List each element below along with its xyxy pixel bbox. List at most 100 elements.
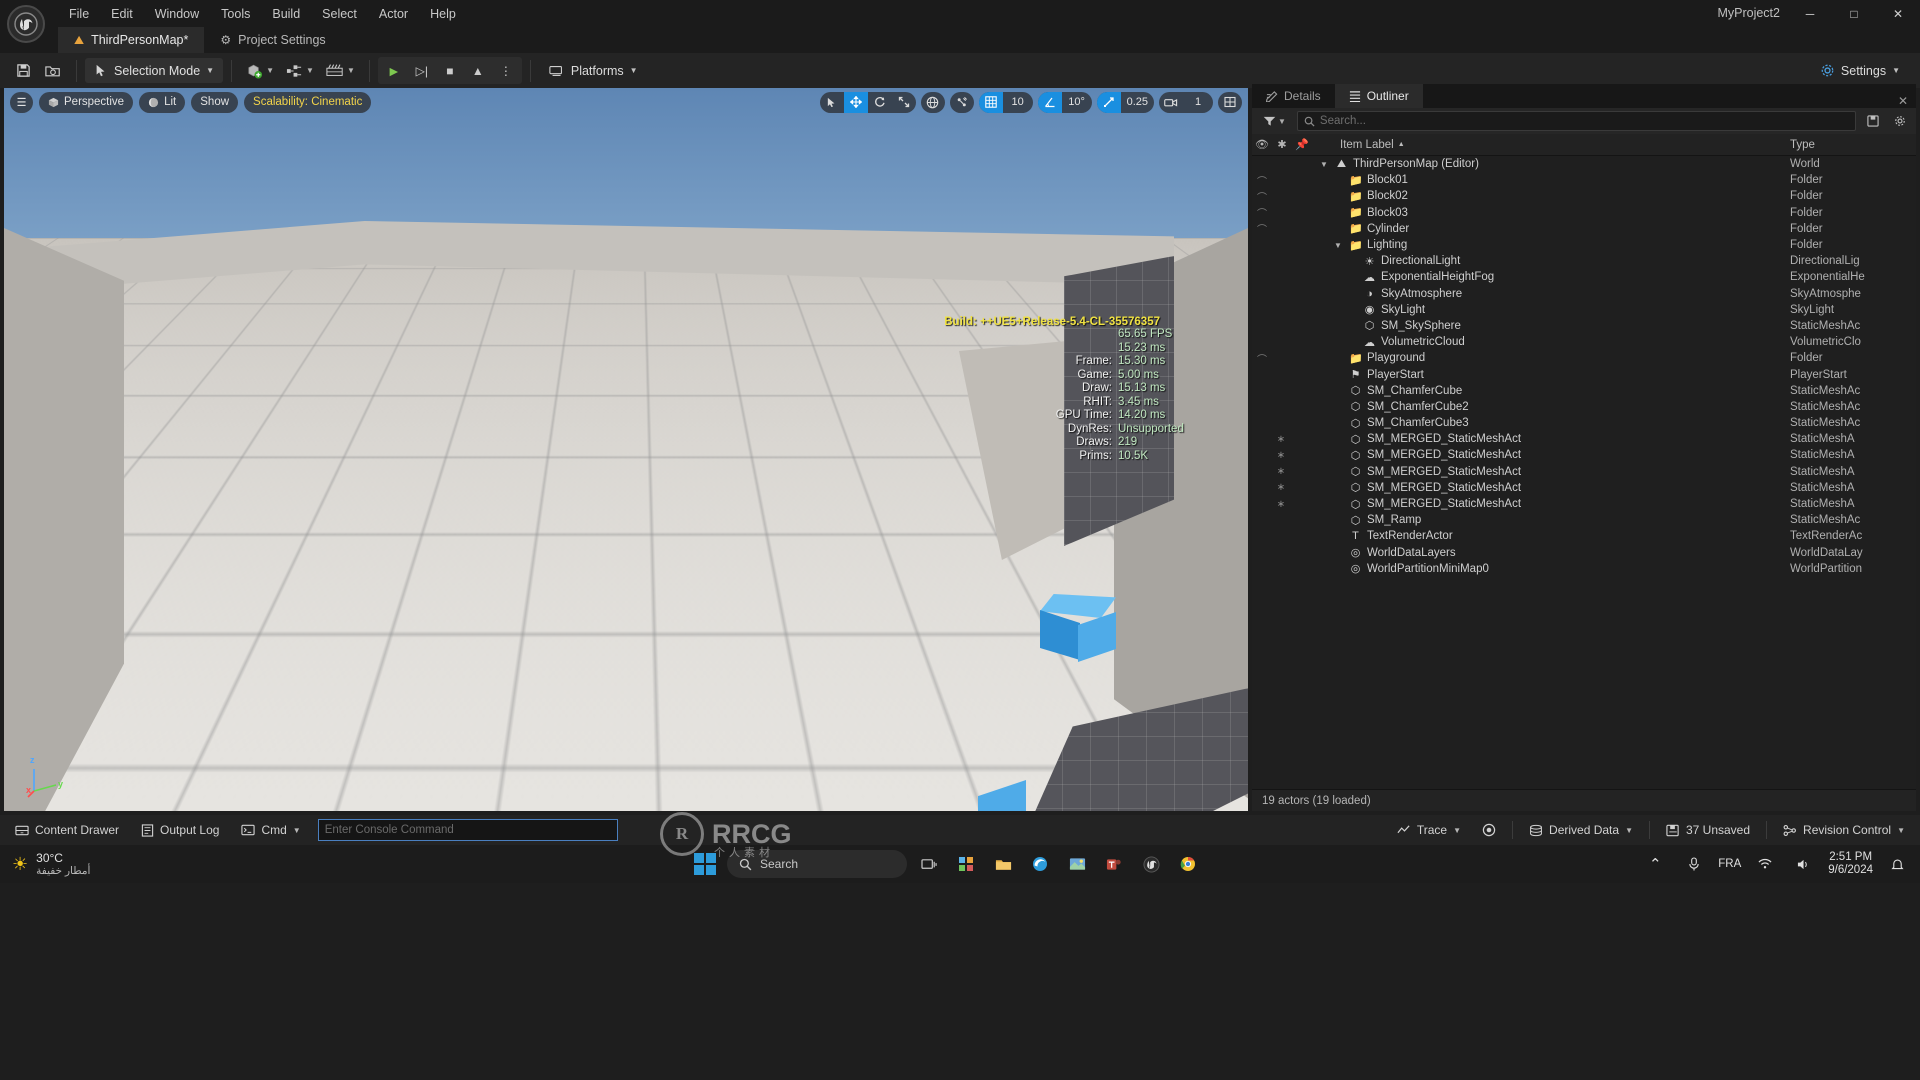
play-icon[interactable]: ► <box>380 58 408 83</box>
outliner-item-name[interactable]: ⬡ SM_ChamferCube <box>1306 384 1784 398</box>
chrome-icon[interactable] <box>1173 849 1203 879</box>
outliner-row[interactable]: ∗ ⬡ SM_MERGED_StaticMeshAct StaticMeshA <box>1252 464 1916 480</box>
outliner-item-name[interactable]: ⬡ SM_MERGED_StaticMeshAct <box>1306 465 1784 479</box>
console-command-field[interactable] <box>317 819 618 841</box>
outliner-row[interactable]: ▼ ⛰ ThirdPersonMap (Editor) World <box>1252 156 1916 172</box>
scalability-warning[interactable]: Scalability: Cinematic <box>244 91 372 113</box>
cinematics-button[interactable]: ▼ <box>320 57 361 84</box>
outliner-row[interactable]: ◉ SkyLight SkyLight <box>1252 302 1916 318</box>
chamfer-cube-2[interactable] <box>1040 594 1116 664</box>
outliner-settings-icon[interactable] <box>1889 111 1910 131</box>
outliner-row[interactable]: ⬡ SM_SkySphere StaticMeshAc <box>1252 318 1916 334</box>
pin-icon[interactable]: 📌 <box>1292 138 1312 151</box>
column-item-label[interactable]: Item Label ▲ <box>1312 139 1784 151</box>
outliner-item-name[interactable]: ⬡ SM_MERGED_StaticMeshAct <box>1306 433 1784 446</box>
viewport-menu-icon[interactable]: ☰ <box>10 91 33 113</box>
unreal-icon[interactable] <box>1136 849 1166 879</box>
outliner-item-name[interactable]: ◑ SkyAtmosphere <box>1306 288 1784 300</box>
expand-arrow-icon[interactable]: ▼ <box>1334 241 1344 250</box>
outliner-item-name[interactable]: ⚑ PlayerStart <box>1306 368 1784 382</box>
content-drawer-button[interactable]: Content Drawer <box>6 818 128 842</box>
camera-speed-value[interactable]: 1 <box>1183 92 1213 113</box>
menu-item-build[interactable]: Build <box>261 3 311 25</box>
cylinder-mesh[interactable] <box>441 348 514 404</box>
star-icon[interactable]: ∗ <box>1272 434 1290 445</box>
outliner-row[interactable]: ⌒ 📁 Block03 Folder <box>1252 205 1916 221</box>
tab-details[interactable]: Details <box>1252 84 1335 108</box>
outliner-row[interactable]: ⌒ 📁 Cylinder Folder <box>1252 221 1916 237</box>
outliner-row[interactable]: ◎ WorldDataLayers WorldDataLay <box>1252 545 1916 561</box>
outliner-item-name[interactable]: ◎ WorldPartitionMiniMap0 <box>1306 562 1784 576</box>
outliner-row[interactable]: ∗ ⬡ SM_MERGED_StaticMeshAct StaticMeshA <box>1252 496 1916 512</box>
unsaved-button[interactable]: 37 Unsaved <box>1657 818 1759 842</box>
viewport-camera-button[interactable]: Perspective <box>39 91 134 113</box>
close-panel-icon[interactable]: ✕ <box>1898 94 1908 108</box>
outliner-item-name[interactable]: 📁 Playground <box>1306 352 1784 365</box>
outliner-row[interactable]: ☁ ExponentialHeightFog ExponentialHe <box>1252 269 1916 285</box>
outliner-item-name[interactable]: T TextRenderActor <box>1306 530 1784 542</box>
menu-item-edit[interactable]: Edit <box>100 3 144 25</box>
select-tool-icon[interactable] <box>820 92 844 113</box>
outliner-row[interactable]: ▼ 📁 Lighting Folder <box>1252 237 1916 253</box>
outliner-row[interactable]: ⬡ SM_ChamferCube2 StaticMeshAc <box>1252 399 1916 415</box>
menu-item-select[interactable]: Select <box>311 3 368 25</box>
star-icon[interactable]: ✱ <box>1272 138 1292 151</box>
blueprints-button[interactable]: ▼ <box>280 57 320 84</box>
outliner-item-name[interactable]: ⬡ SM_MERGED_StaticMeshAct <box>1306 449 1784 462</box>
record-button[interactable] <box>1473 818 1505 842</box>
outliner-item-name[interactable]: ▼ 📁 Lighting <box>1306 239 1784 252</box>
outliner-item-name[interactable]: ⬡ SM_Ramp <box>1306 514 1784 527</box>
angle-snap-value[interactable]: 10° <box>1062 92 1092 113</box>
outliner-item-name[interactable]: 📁 Block02 <box>1306 190 1784 203</box>
viewport-show-button[interactable]: Show <box>191 91 239 113</box>
chamfer-cube-3[interactable] <box>928 756 1026 811</box>
outliner-item-name[interactable]: ⬡ SM_MERGED_StaticMeshAct <box>1306 481 1784 495</box>
photos-icon[interactable] <box>1062 849 1092 879</box>
eye-icon[interactable]: 👁 <box>1252 138 1272 151</box>
notification-icon[interactable] <box>1882 849 1912 879</box>
viewport-layout-icon[interactable] <box>1218 92 1242 113</box>
eye-closed-icon[interactable]: ⌒ <box>1252 173 1272 188</box>
outliner-list[interactable]: ▼ ⛰ ThirdPersonMap (Editor) World ⌒ 📁 Block01 F… <box>1252 156 1916 778</box>
eye-closed-icon[interactable]: ⌒ <box>1252 189 1272 204</box>
save-icon[interactable] <box>8 57 38 84</box>
outliner-row[interactable]: ⚑ PlayerStart PlayerStart <box>1252 366 1916 382</box>
outliner-item-name[interactable]: ◉ SkyLight <box>1306 303 1784 317</box>
tab-outliner[interactable]: Outliner <box>1334 84 1423 108</box>
outliner-row[interactable]: ∗ ⬡ SM_MERGED_StaticMeshAct StaticMeshA <box>1252 480 1916 496</box>
settings-button[interactable]: Settings ▼ <box>1810 57 1910 84</box>
network-icon[interactable] <box>1750 849 1780 879</box>
explorer-icon[interactable] <box>988 849 1018 879</box>
edge-icon[interactable] <box>1025 849 1055 879</box>
outliner-item-name[interactable]: 📁 Cylinder <box>1306 222 1784 236</box>
player-start-gizmo-icon[interactable] <box>462 593 484 620</box>
tab-project-settings[interactable]: ⚙ Project Settings <box>204 27 341 53</box>
scale-snap-icon[interactable] <box>1096 91 1121 113</box>
menu-item-actor[interactable]: Actor <box>368 3 419 25</box>
unreal-engine-logo-icon[interactable] <box>7 5 45 43</box>
browse-icon[interactable] <box>38 57 68 84</box>
outliner-item-name[interactable]: ☁ VolumetricCloud <box>1306 336 1784 349</box>
outliner-row[interactable]: ⌒ 📁 Block02 Folder <box>1252 188 1916 204</box>
outliner-row[interactable]: ⬡ SM_Ramp StaticMeshAc <box>1252 512 1916 528</box>
scale-snap-value[interactable]: 0.25 <box>1121 92 1154 113</box>
rotate-tool-icon[interactable] <box>868 92 892 113</box>
star-icon[interactable]: ∗ <box>1272 482 1290 493</box>
outliner-item-name[interactable]: ⬡ SM_ChamferCube2 <box>1306 400 1784 414</box>
search-input[interactable] <box>1319 115 1849 127</box>
menu-item-file[interactable]: File <box>58 3 100 25</box>
grid-snap-value[interactable]: 10 <box>1003 92 1033 113</box>
platforms-button[interactable]: Platforms ▼ <box>539 57 648 84</box>
outliner-row[interactable]: ◑ SkyAtmosphere SkyAtmosphe <box>1252 286 1916 302</box>
filter-button[interactable]: ▼ <box>1258 111 1291 131</box>
camera-speed-icon[interactable] <box>1159 92 1183 113</box>
outliner-item-name[interactable]: ◎ WorldDataLayers <box>1306 546 1784 560</box>
teams-icon[interactable] <box>1099 849 1129 879</box>
star-icon[interactable]: ∗ <box>1272 466 1290 477</box>
menu-item-help[interactable]: Help <box>419 3 467 25</box>
outliner-row[interactable]: ⌒ 📁 Playground Folder <box>1252 350 1916 366</box>
surface-snap-icon[interactable] <box>950 92 974 113</box>
world-coordinate-icon[interactable] <box>921 92 945 113</box>
move-tool-icon[interactable] <box>843 91 868 113</box>
eject-icon[interactable]: ▲ <box>464 58 492 83</box>
